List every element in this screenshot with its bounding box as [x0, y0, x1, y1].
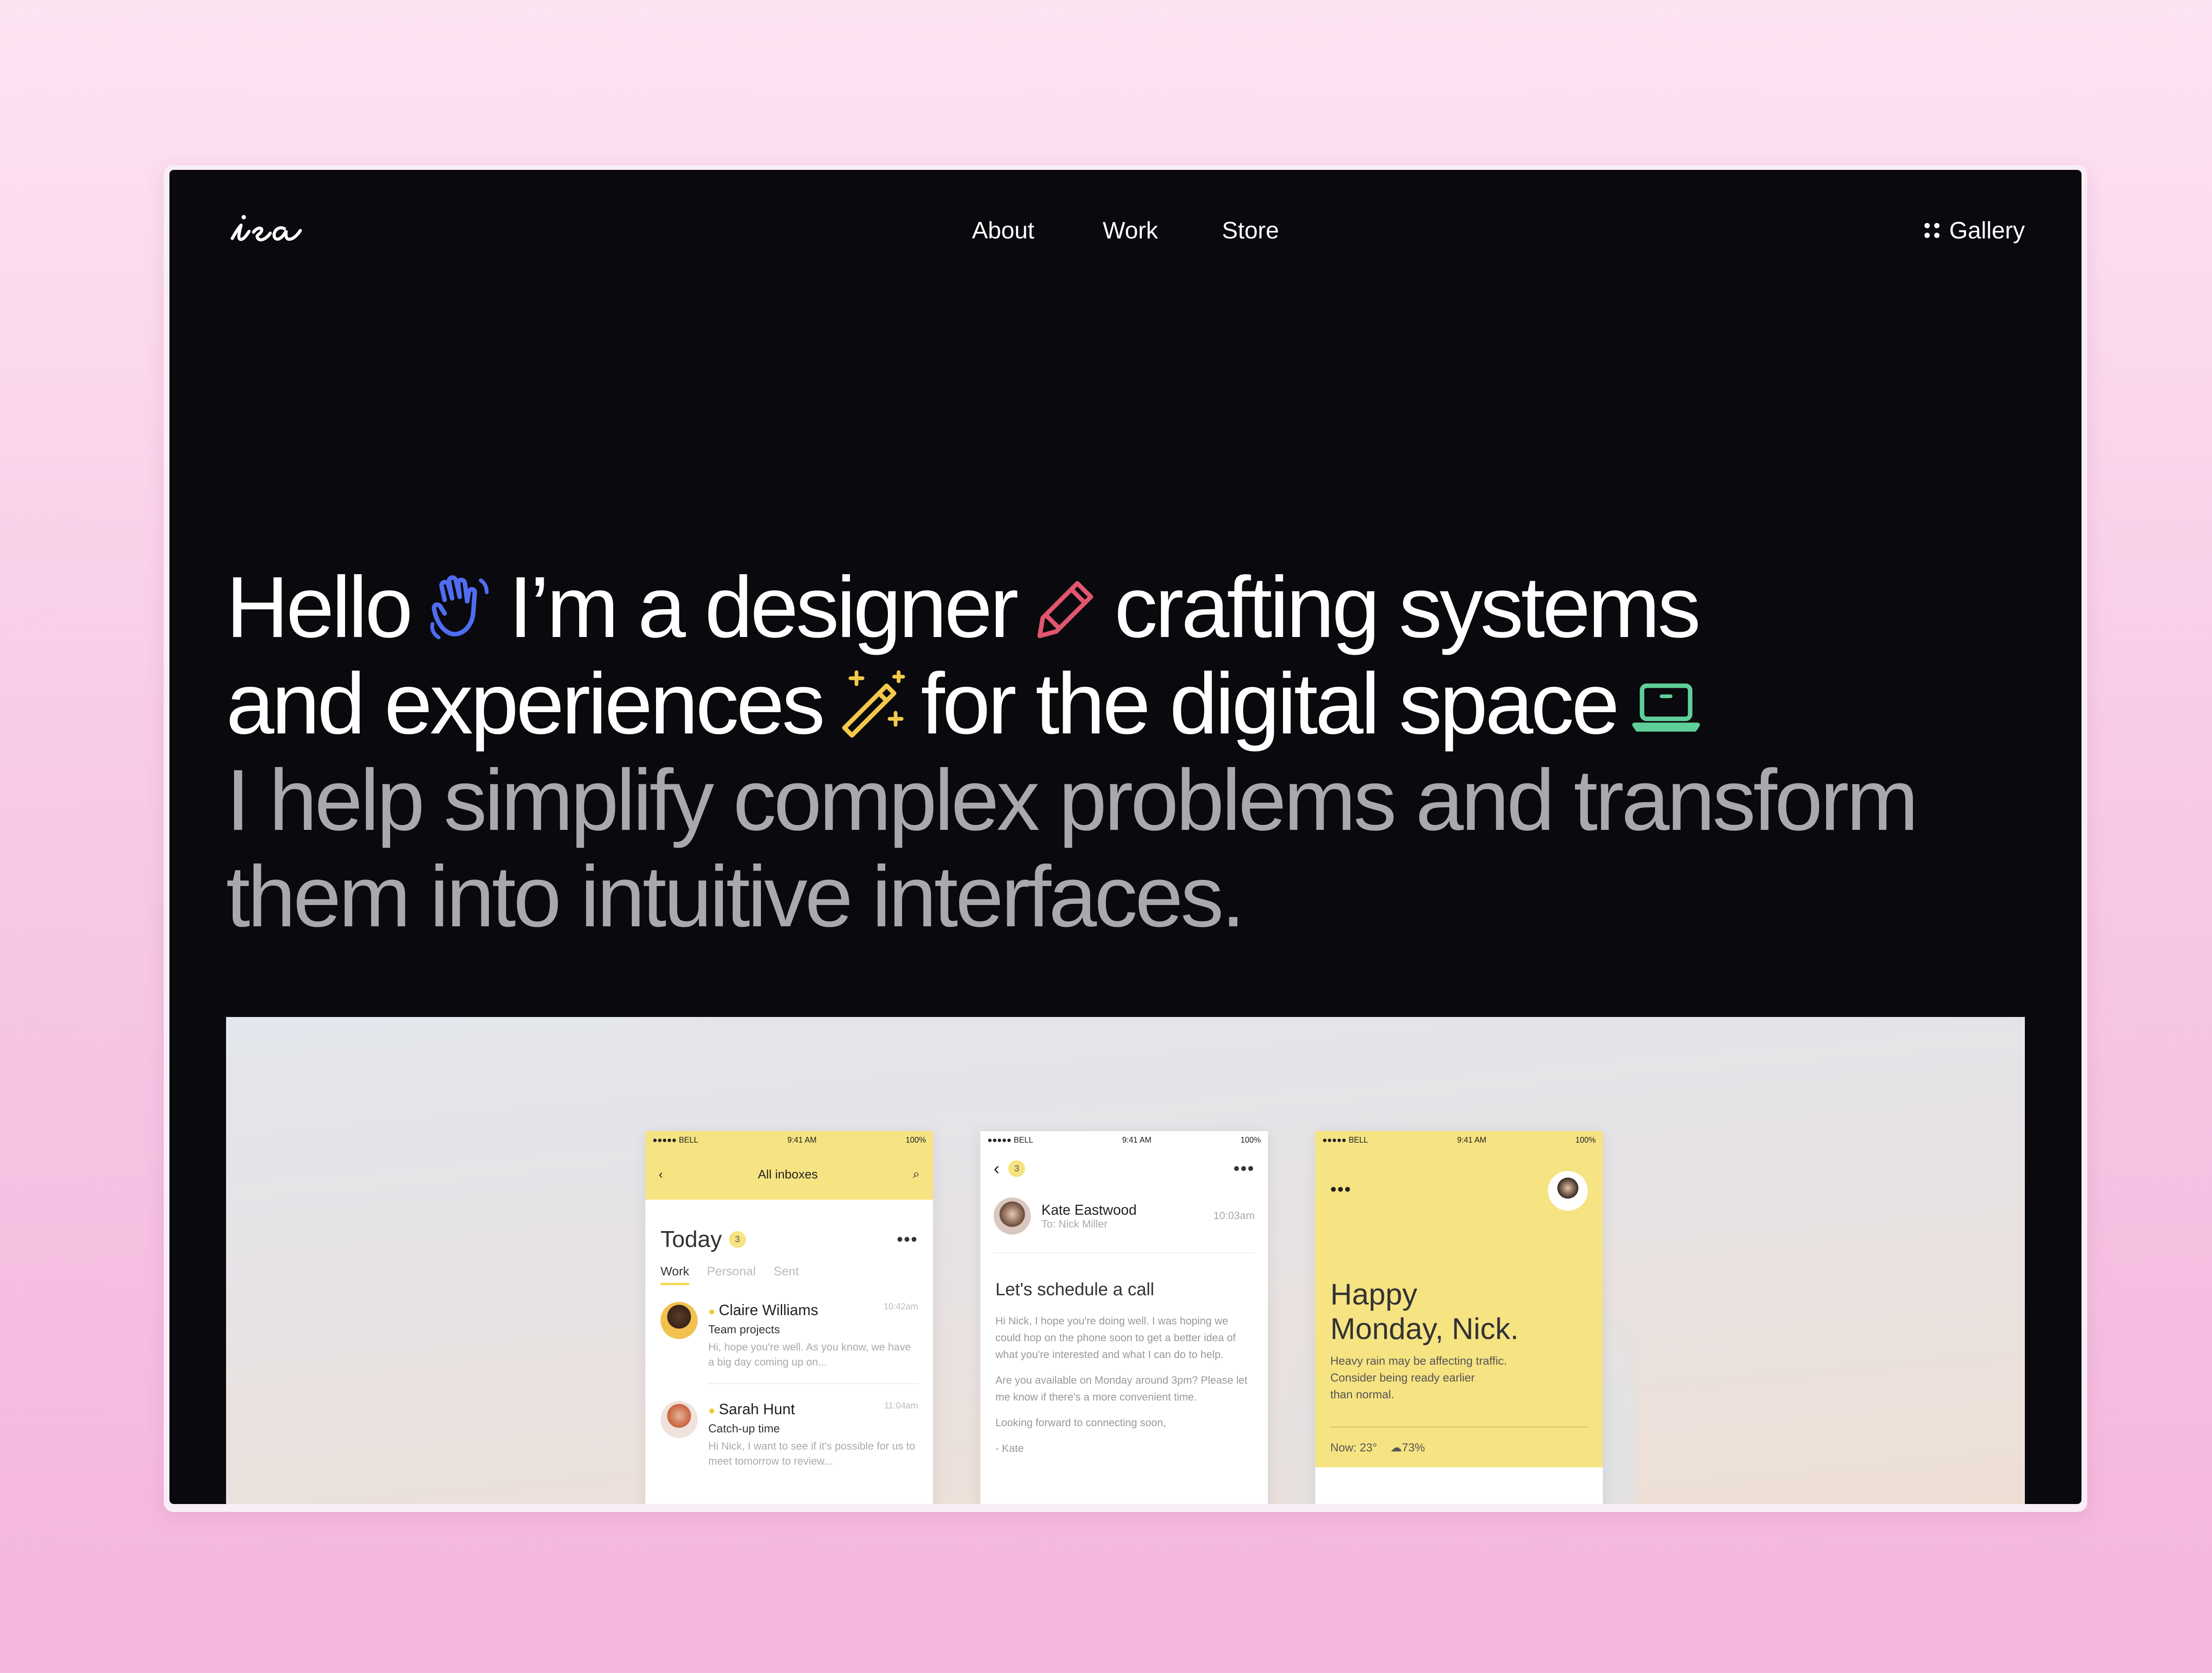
back-icon: ‹	[659, 1167, 663, 1181]
tab-sent: Sent	[773, 1264, 799, 1278]
mail-time: 11:04am	[884, 1401, 918, 1411]
gallery-label: Gallery	[1949, 217, 2025, 244]
mail-paragraph: Looking forward to connecting soon,	[995, 1417, 1166, 1429]
hero-line-1: Hello I’m a designer crafting systems	[226, 559, 2040, 656]
back-icon: ‹	[994, 1159, 1000, 1178]
unread-badge: 3	[729, 1231, 746, 1248]
avatar	[661, 1401, 698, 1438]
status-bar: ●●●●● BELL 9:41 AM 100%	[645, 1131, 933, 1149]
battery: 100%	[1240, 1135, 1261, 1144]
carrier: ●●●●● BELL	[653, 1135, 699, 1144]
cloud-icon: ☁	[1390, 1441, 1402, 1454]
mail-tabs: Work Personal Sent	[645, 1253, 933, 1285]
list-item: ● Sarah Hunt 11:04am Catch-up time Hi Nick…	[645, 1384, 933, 1469]
top-nav: About Work Store Gallery	[169, 170, 2081, 294]
magic-wand-icon	[842, 670, 905, 738]
mail-signature: - Kate	[995, 1443, 1024, 1454]
mail-paragraph: Are you available on Monday around 3pm? …	[995, 1374, 1248, 1403]
avatar	[661, 1302, 698, 1339]
grid-dots-icon	[1924, 223, 1939, 238]
more-icon: •••	[896, 1229, 918, 1249]
detail-topbar: ‹ 3 •••	[980, 1149, 1268, 1189]
today-row: Today 3 •••	[645, 1200, 933, 1253]
mail-subject: Team projects	[708, 1323, 780, 1336]
hero-text-experiences: and experiences	[226, 655, 825, 752]
search-icon: ⌕	[913, 1167, 920, 1181]
hero-line-3: I help simplify complex problems and tra…	[226, 752, 1919, 848]
avatar	[994, 1197, 1031, 1235]
nav-about[interactable]: About	[972, 217, 1034, 244]
clock: 9:41 AM	[787, 1135, 817, 1144]
mail-subject: Catch-up time	[708, 1422, 780, 1435]
nav-store[interactable]: Store	[1222, 217, 1279, 244]
hero-line-2: and experiences for the digital space	[226, 656, 2040, 752]
mail-preview: Hi, hope you're well. As you know, we ha…	[708, 1341, 911, 1368]
greeting-heading: Happy Monday, Nick.	[1330, 1277, 1519, 1346]
mail-subject: Let's schedule a call	[994, 1252, 1255, 1308]
website-window: About Work Store Gallery Hello I’m a des…	[169, 170, 2081, 1504]
phone-mail-detail: ●●●●● BELL 9:41 AM 100% ‹ 3 ••• Kate Eas…	[980, 1131, 1268, 1504]
status-bar: ●●●●● BELL 9:41 AM 100%	[1315, 1131, 1603, 1149]
hero-text-designer: I’m a designer	[508, 559, 1019, 656]
note-line: than normal.	[1330, 1388, 1394, 1401]
clock: 9:41 AM	[1457, 1135, 1486, 1144]
mail-paragraph: Hi Nick, I hope you're doing well. I was…	[995, 1315, 1236, 1361]
greeting-card: ●●●●● BELL 9:41 AM 100% ••• Happy Monday…	[1315, 1131, 1603, 1467]
unread-badge: 3	[1008, 1160, 1025, 1177]
hero-line-4: them into intuitive interfaces.	[226, 848, 1245, 945]
traffic-note: Heavy rain may be affecting traffic. Con…	[1330, 1352, 1507, 1403]
rain-chance: 73%	[1402, 1441, 1425, 1454]
current-temperature: Now: 23°	[1330, 1441, 1377, 1454]
phone-inbox: ●●●●● BELL 9:41 AM 100% ‹ All inboxes ⌕ …	[645, 1131, 933, 1504]
inbox-topbar: ‹ All inboxes ⌕	[645, 1149, 933, 1200]
avatar	[1548, 1171, 1588, 1211]
nav-work[interactable]: Work	[1103, 217, 1158, 244]
note-line: Consider being ready earlier	[1330, 1371, 1475, 1384]
inbox-title: All inboxes	[758, 1167, 818, 1181]
tab-personal: Personal	[707, 1264, 756, 1278]
carrier: ●●●●● BELL	[1322, 1135, 1368, 1144]
gallery-link[interactable]: Gallery	[1924, 217, 2025, 244]
hero-text-hello: Hello	[226, 559, 413, 656]
greeting-line-1: Happy	[1330, 1278, 1417, 1311]
phone-greeting: ●●●●● BELL 9:41 AM 100% ••• Happy Monday…	[1315, 1131, 1603, 1504]
hero-text-digital-space: for the digital space	[921, 655, 1620, 752]
clock: 9:41 AM	[1122, 1135, 1152, 1144]
waving-hand-icon	[430, 575, 489, 640]
greeting-line-2: Monday, Nick.	[1330, 1312, 1519, 1346]
laptop-icon	[1632, 683, 1700, 732]
pencil-icon	[1037, 581, 1093, 638]
hero-heading: Hello I’m a designer crafting systems an…	[226, 559, 2040, 945]
mail-sender-row: Kate Eastwood To: Nick Miller 10:03am	[980, 1189, 1268, 1243]
carrier: ●●●●● BELL	[987, 1135, 1033, 1144]
mail-sender: Claire Williams	[718, 1302, 818, 1319]
list-item: ● Claire Williams 10:42am Team projects Hi…	[645, 1285, 933, 1370]
battery: 100%	[1575, 1135, 1596, 1144]
primary-nav: About Work Store	[169, 217, 2081, 244]
mail-preview: Hi Nick, I want to see if it's possible …	[708, 1440, 915, 1467]
note-line: Heavy rain may be affecting traffic.	[1330, 1354, 1507, 1367]
more-icon: •••	[1330, 1180, 1352, 1199]
tab-work: Work	[661, 1264, 689, 1285]
sender-name: Kate Eastwood	[1041, 1201, 1137, 1218]
inbox-header: ●●●●● BELL 9:41 AM 100% ‹ All inboxes ⌕	[645, 1131, 933, 1200]
recipient: To: Nick Miller	[1041, 1218, 1108, 1230]
hero-text-systems: crafting systems	[1114, 559, 1701, 656]
mail-time: 10:03am	[1213, 1210, 1255, 1222]
weather-row: Now: 23° ☁73%	[1330, 1441, 1425, 1454]
more-icon: •••	[1233, 1159, 1255, 1178]
status-bar: ●●●●● BELL 9:41 AM 100%	[980, 1131, 1268, 1149]
mail-sender: Sarah Hunt	[718, 1401, 795, 1418]
project-showcase[interactable]: ●●●●● BELL 9:41 AM 100% ‹ All inboxes ⌕ …	[226, 1017, 2025, 1504]
battery: 100%	[905, 1135, 926, 1144]
today-heading: Today	[661, 1227, 722, 1252]
mail-time: 10:42am	[883, 1302, 918, 1312]
